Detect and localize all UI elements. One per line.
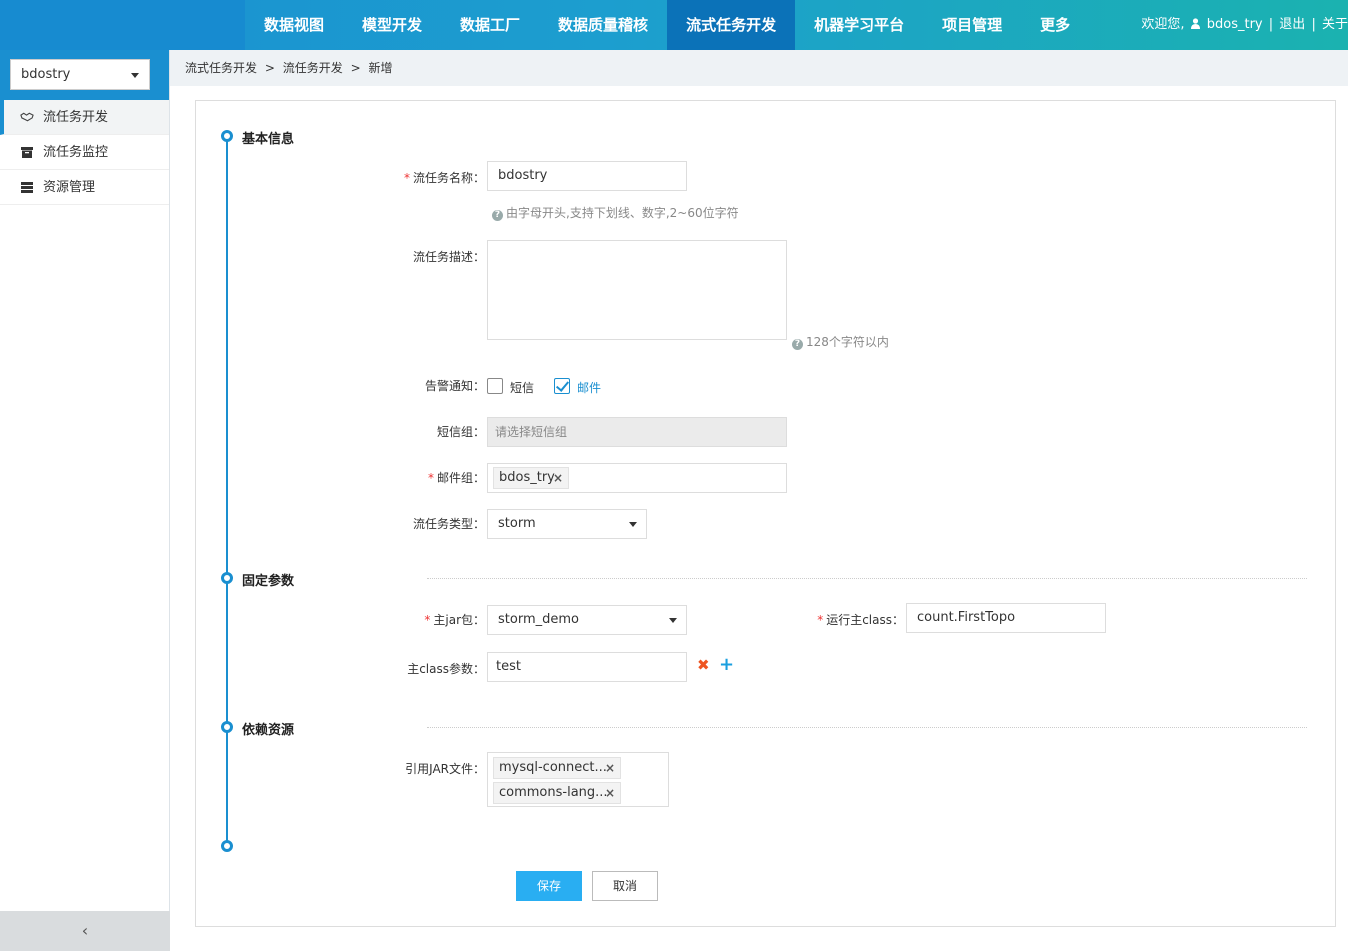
sidebar-item-label: 流任务监控 [43, 144, 109, 160]
main-class-input[interactable]: count.FirstTopo [906, 603, 1106, 633]
chevron-down-icon [629, 522, 637, 527]
email-group-tag: bdos_try × [493, 467, 569, 489]
project-select-value: bdostry [21, 67, 71, 82]
chevron-down-icon [131, 73, 139, 78]
alert-email-label[interactable]: 邮件 [577, 379, 601, 396]
question-icon: ? [792, 339, 803, 350]
tag-label: commons-lang... [499, 785, 608, 800]
task-desc-textarea[interactable] [487, 240, 787, 340]
task-desc-label: 流任务描述： [412, 250, 485, 264]
sidebar-item-label: 流任务开发 [43, 109, 109, 125]
task-name-input[interactable]: bdostry [487, 161, 687, 191]
class-param-input[interactable]: test [487, 652, 687, 682]
welcome-text: 欢迎您, [1141, 17, 1185, 32]
sidebar-item-stream-task-monitor[interactable]: 流任务监控 [0, 135, 169, 170]
chevron-down-icon [669, 618, 677, 623]
task-type-select[interactable]: storm [487, 509, 647, 539]
nav-item-data-view[interactable]: 数据视图 [245, 0, 343, 50]
email-group-label: * 邮件组： [427, 471, 485, 485]
alert-sms-checkbox[interactable] [487, 378, 503, 394]
form-panel: 基本信息 * 流任务名称： bdostry ? 由字母开头,支持下划线、数字,2~6… [195, 100, 1336, 927]
breadcrumb: 流式任务开发 > 流任务开发 > 新增 [170, 50, 1348, 86]
ref-jar-label: 引用JAR文件： [405, 762, 485, 776]
tag-label: bdos_try [499, 470, 555, 485]
timeline-line [226, 135, 228, 847]
user-area: 欢迎您, bdos_try | 退出 | 关于 [1139, 0, 1348, 50]
remove-tag-icon[interactable]: × [553, 468, 563, 488]
tag-label: mysql-connect... [499, 760, 607, 775]
sidebar-item-stream-task-dev[interactable]: 流任务开发 [0, 100, 169, 135]
nav-item-data-factory[interactable]: 数据工厂 [441, 0, 539, 50]
task-type-label: 流任务类型： [412, 517, 485, 531]
section-title-fixed: 固定参数 [242, 574, 295, 589]
logout-link[interactable]: 退出 [1279, 17, 1305, 32]
question-icon: ? [492, 210, 503, 221]
cancel-button[interactable]: 取消 [592, 871, 658, 901]
alert-email-checkbox[interactable] [554, 378, 570, 394]
ref-jar-tag: commons-lang... × [493, 782, 621, 804]
breadcrumb-item[interactable]: 流式任务开发 [185, 61, 257, 75]
handshake-icon [20, 111, 34, 123]
ref-jar-tag: mysql-connect... × [493, 757, 621, 779]
main-class-label: * 运行主class： [817, 613, 904, 627]
breadcrumb-separator: > [350, 61, 361, 75]
brand-area [0, 0, 245, 50]
save-button[interactable]: 保存 [516, 871, 582, 901]
top-navbar: 数据视图 模型开发 数据工厂 数据质量稽核 流式任务开发 机器学习平台 项目管理… [0, 0, 1348, 50]
alert-sms-label[interactable]: 短信 [510, 379, 534, 396]
breadcrumb-item[interactable]: 流任务开发 [283, 61, 343, 75]
alert-label: 告警通知： [424, 379, 485, 393]
sidebar-item-label: 资源管理 [43, 179, 96, 195]
section-divider [427, 578, 1307, 579]
section-divider [427, 727, 1307, 728]
chevron-left-icon: ‹ [81, 921, 89, 940]
timeline-dot [221, 721, 233, 733]
about-link[interactable]: 关于 [1322, 17, 1348, 32]
remove-param-icon[interactable]: ✖ [697, 658, 710, 673]
sidebar-header: bdostry [0, 50, 169, 100]
sidebar-item-resource-mgmt[interactable]: 资源管理 [0, 170, 169, 205]
sidebar: bdostry 流任务开发 流任务监控 资源管理 ‹ [0, 50, 170, 951]
task-name-hint: ? 由字母开头,支持下划线、数字,2~60位字符 [492, 204, 739, 221]
section-title-basic: 基本信息 [242, 132, 295, 147]
breadcrumb-separator: > [264, 61, 275, 75]
timeline-dot [221, 840, 233, 852]
separator: | [1268, 17, 1274, 32]
nav-item-stream-task-dev[interactable]: 流式任务开发 [667, 0, 796, 50]
main-jar-value: storm_demo [498, 612, 579, 627]
sidebar-collapse-button[interactable]: ‹ [0, 911, 170, 951]
task-desc-hint: ? 128个字符以内 [792, 333, 889, 350]
username[interactable]: bdos_try [1207, 17, 1263, 32]
nav-item-ml-platform[interactable]: 机器学习平台 [795, 0, 923, 50]
main-content: 基本信息 * 流任务名称： bdostry ? 由字母开头,支持下划线、数字,2~6… [170, 86, 1348, 951]
nav-item-more[interactable]: 更多 [1021, 0, 1089, 50]
timeline-dot [221, 572, 233, 584]
task-name-label: * 流任务名称： [403, 171, 485, 185]
remove-tag-icon[interactable]: × [605, 758, 615, 778]
add-param-icon[interactable]: + [719, 656, 734, 674]
nav-item-project-mgmt[interactable]: 项目管理 [923, 0, 1021, 50]
project-select[interactable]: bdostry [10, 59, 150, 90]
timeline-dot [221, 130, 233, 142]
nav-item-data-quality[interactable]: 数据质量稽核 [539, 0, 667, 50]
main-jar-label: * 主jar包： [424, 613, 485, 627]
server-icon [20, 181, 34, 193]
sms-group-label: 短信组： [436, 425, 485, 439]
class-param-label: 主class参数： [407, 662, 485, 676]
main-jar-select[interactable]: storm_demo [487, 605, 687, 635]
remove-tag-icon[interactable]: × [605, 783, 615, 803]
archive-icon [20, 146, 34, 158]
task-type-value: storm [498, 516, 536, 531]
separator: | [1311, 17, 1316, 32]
section-title-deps: 依赖资源 [242, 723, 295, 738]
nav-item-model-dev[interactable]: 模型开发 [343, 0, 441, 50]
breadcrumb-current: 新增 [368, 61, 393, 75]
main-nav: 数据视图 模型开发 数据工厂 数据质量稽核 流式任务开发 机器学习平台 项目管理… [245, 0, 1089, 50]
sms-group-select: 请选择短信组 [487, 417, 787, 447]
user-icon [1190, 1, 1201, 51]
